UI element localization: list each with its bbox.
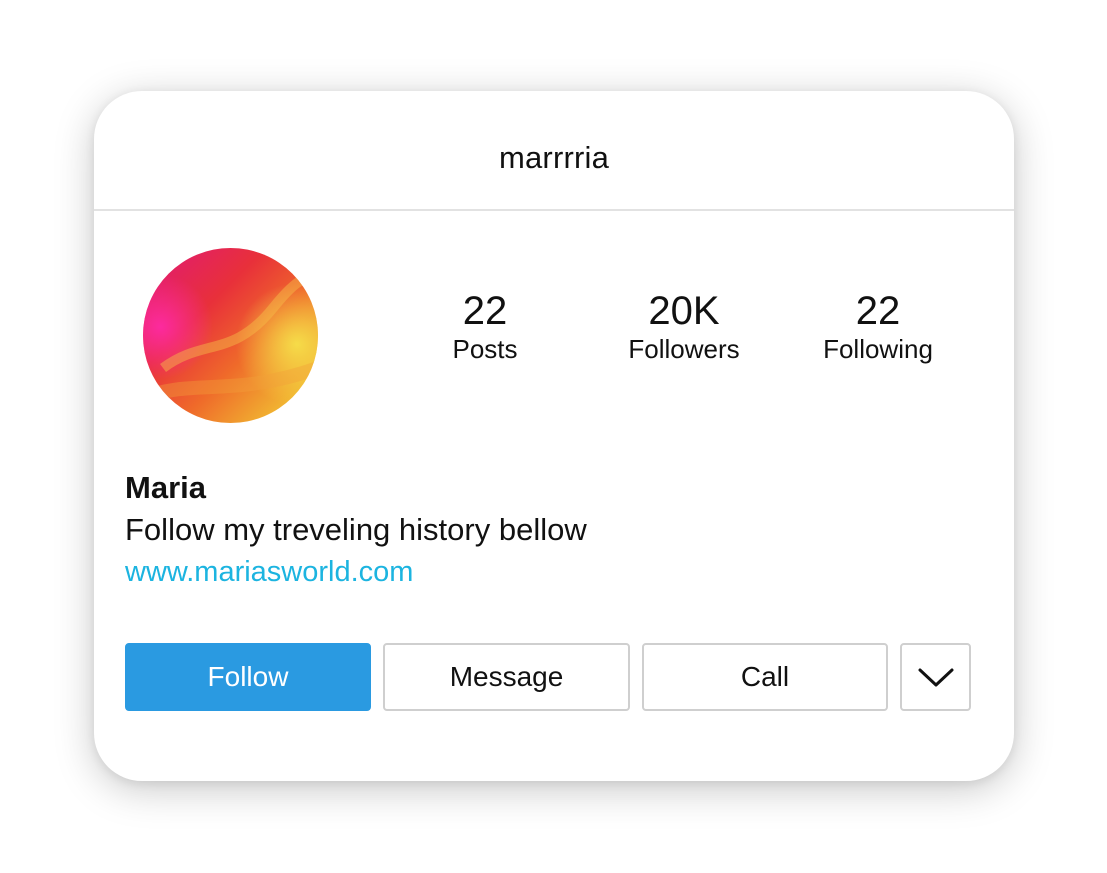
call-button[interactable]: Call: [642, 643, 888, 711]
posts-label: Posts: [452, 334, 518, 364]
avatar-image: [143, 248, 318, 423]
more-options-button[interactable]: [900, 643, 971, 711]
follow-button-label: Follow: [207, 661, 289, 692]
display-name: Maria: [125, 470, 206, 505]
following-count: 22: [855, 289, 901, 333]
stat-posts[interactable]: 22 Posts: [405, 289, 565, 365]
message-button[interactable]: Message: [383, 643, 630, 711]
follow-button[interactable]: Follow: [125, 643, 371, 711]
posts-count: 22: [462, 289, 508, 333]
profile-bio: Maria Follow my treveling history bellow…: [125, 468, 587, 592]
message-button-label: Message: [449, 661, 564, 692]
profile-header: marrrria: [94, 91, 1014, 211]
profile-username: marrrria: [498, 140, 610, 175]
call-button-label: Call: [740, 661, 790, 692]
followers-label: Followers: [628, 334, 740, 364]
stat-following[interactable]: 22 Following: [798, 289, 958, 365]
website-link[interactable]: www.mariasworld.com: [125, 552, 587, 592]
profile-card: marrrria 22 Posts 20K Followers 22 Follo…: [94, 91, 1014, 781]
following-label: Following: [823, 334, 933, 364]
followers-count: 20K: [648, 289, 720, 333]
chevron-down-icon: [918, 668, 953, 687]
avatar[interactable]: [143, 248, 318, 423]
stat-followers[interactable]: 20K Followers: [604, 289, 764, 365]
bio-text: Follow my treveling history bellow: [125, 512, 587, 547]
